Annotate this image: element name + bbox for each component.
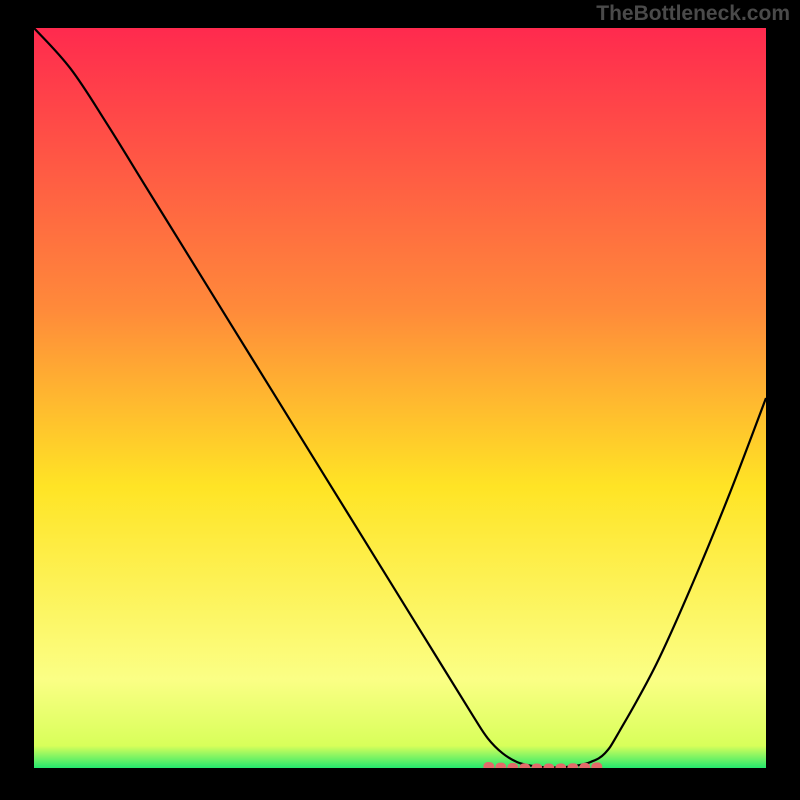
highlight-segment xyxy=(488,767,605,768)
gradient-background xyxy=(34,28,766,768)
plot-area xyxy=(34,28,766,768)
chart-svg xyxy=(34,28,766,768)
watermark-text: TheBottleneck.com xyxy=(596,2,790,26)
chart-frame: TheBottleneck.com xyxy=(0,0,800,800)
